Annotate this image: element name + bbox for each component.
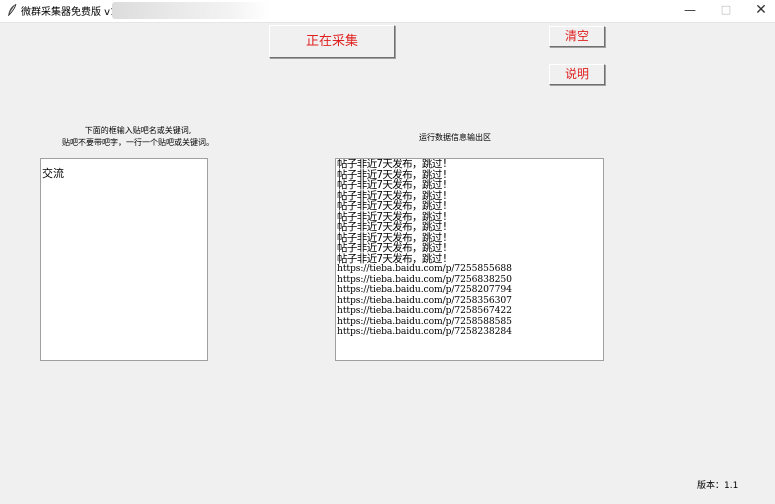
keyword-instruction-line1: 下面的框输入贴吧名或关键词, bbox=[84, 126, 192, 135]
title-bar[interactable]: 微群采集器免费版 v1. — □ ✕ bbox=[0, 0, 775, 23]
log-url-line: https://tieba.baidu.com/p/7258567422 bbox=[337, 305, 512, 316]
output-area-label: 运行数据信息输出区 bbox=[419, 133, 491, 142]
clear-button[interactable]: 清空 bbox=[549, 26, 605, 47]
keyword-input[interactable]: 交流 bbox=[40, 158, 208, 361]
log-url-line: https://tieba.baidu.com/p/7258207794 bbox=[337, 284, 512, 295]
window-title: 微群采集器免费版 v1. bbox=[21, 7, 120, 18]
log-line: 帖子非近7天发布，跳过! bbox=[337, 200, 448, 212]
keyword-input-value: 交流 bbox=[42, 167, 64, 180]
log-line: 帖子非近7天发布，跳过! bbox=[337, 158, 448, 170]
minimize-button[interactable]: — bbox=[672, 0, 708, 22]
title-redacted-area bbox=[112, 2, 270, 19]
log-line: 帖子非近7天发布，跳过! bbox=[337, 221, 448, 233]
maximize-button[interactable]: □ bbox=[708, 0, 744, 22]
help-button[interactable]: 说明 bbox=[549, 64, 605, 85]
output-log[interactable]: 帖子非近7天发布，跳过! 帖子非近7天发布，跳过! 帖子非近7天发布，跳过! 帖… bbox=[335, 158, 604, 361]
log-url-line: https://tieba.baidu.com/p/7255855688 bbox=[337, 263, 512, 274]
app-window: 微群采集器免费版 v1. — □ ✕ 正在采集 清空 说明 下面的框输入贴吧名或… bbox=[0, 0, 775, 504]
start-collect-button[interactable]: 正在采集 bbox=[269, 25, 395, 58]
close-button[interactable]: ✕ bbox=[743, 0, 775, 22]
feather-icon bbox=[6, 3, 18, 18]
version-label: 版本：1.1 bbox=[697, 481, 739, 491]
log-line: 帖子非近7天发布，跳过! bbox=[337, 242, 448, 254]
log-line: 帖子非近7天发布，跳过! bbox=[337, 179, 448, 191]
log-url-line: https://tieba.baidu.com/p/7258238284 bbox=[337, 326, 512, 337]
keyword-instruction-line2: 贴吧不要带吧字，一行一个贴吧或关键词。 bbox=[62, 138, 214, 147]
